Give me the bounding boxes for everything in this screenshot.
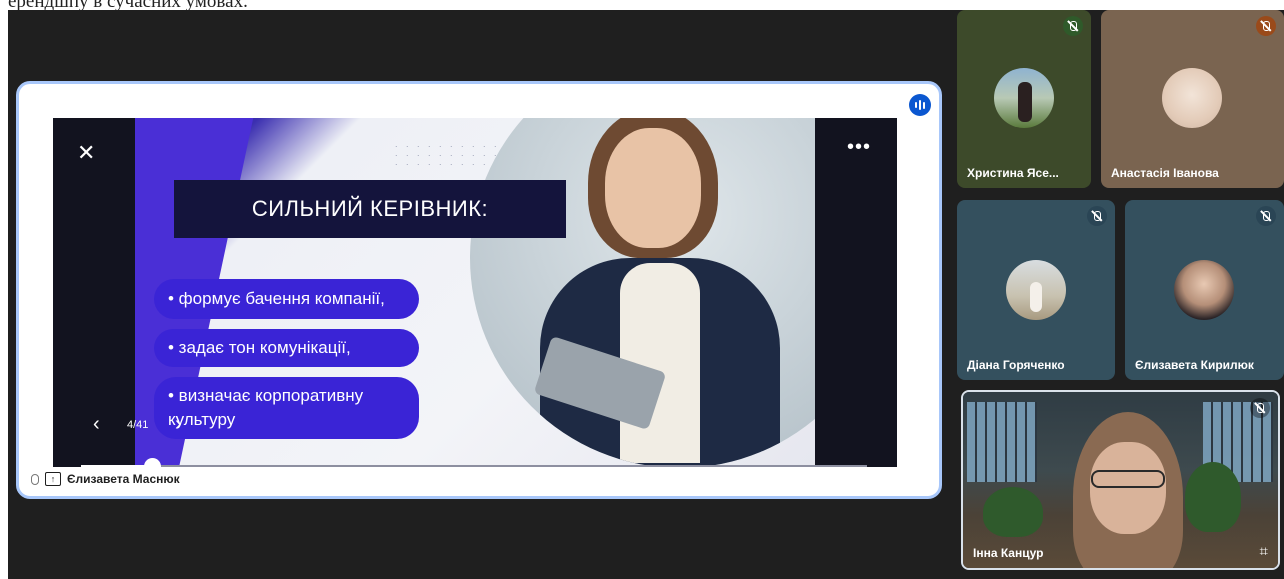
background-plant xyxy=(1185,462,1241,532)
avatar xyxy=(994,68,1054,128)
close-icon[interactable]: ✕ xyxy=(77,140,95,166)
participant-name: Христина Ясе... xyxy=(967,166,1059,180)
crop-frame-icon[interactable]: ⌗ xyxy=(1260,543,1268,560)
presentation-tile[interactable]: . . . . . . . . . . . . . . . . . . . . … xyxy=(16,81,942,499)
participant-tile[interactable]: Анастасія Іванова xyxy=(1101,10,1284,188)
chevron-right-icon[interactable]: › xyxy=(175,413,182,436)
participant-tile[interactable]: Христина Ясе... xyxy=(957,10,1091,188)
avatar xyxy=(1006,260,1066,320)
participant-name: Інна Канцур xyxy=(973,546,1044,560)
background-plant xyxy=(983,487,1043,537)
glasses xyxy=(1091,470,1165,488)
participant-name: Анастасія Іванова xyxy=(1111,166,1219,180)
slide-progress-knob[interactable] xyxy=(143,458,161,467)
slide-photo xyxy=(470,118,815,467)
mic-off-icon xyxy=(31,473,39,485)
slide-progress-fill xyxy=(81,465,152,467)
slide-bullet: • визначає корпоративну культуру xyxy=(154,377,419,439)
mic-off-icon xyxy=(1063,16,1083,36)
slide-progress-bar[interactable] xyxy=(81,458,867,467)
slide-viewport: . . . . . . . . . . . . . . . . . . . . … xyxy=(53,118,897,467)
mic-off-icon xyxy=(1256,16,1276,36)
slide-bullet: • формує бачення компанії, xyxy=(154,279,419,319)
avatar xyxy=(1162,68,1222,128)
participant-name: Єлизавета Кирилюк xyxy=(1135,358,1254,372)
mic-off-icon xyxy=(1087,206,1107,226)
slide-bullet: • задає тон комунікації, xyxy=(154,329,419,367)
participant-name: Діана Горяченко xyxy=(967,358,1065,372)
meet-stage: . . . . . . . . . . . . . . . . . . . . … xyxy=(8,10,1284,579)
presenter-label: ↑ Єлизавета Маснюк xyxy=(31,472,180,486)
present-screen-icon: ↑ xyxy=(45,472,61,486)
background-window xyxy=(967,402,1037,482)
audio-level-icon xyxy=(909,94,931,116)
mic-off-icon xyxy=(1250,398,1270,418)
participant-tile[interactable]: Діана Горяченко xyxy=(957,200,1115,380)
mic-off-icon xyxy=(1256,206,1276,226)
chevron-left-icon[interactable]: ‹ xyxy=(93,413,100,436)
participant-tile[interactable]: Єлизавета Кирилюк xyxy=(1125,200,1284,380)
more-options-icon[interactable]: ••• xyxy=(847,136,871,159)
avatar xyxy=(1174,260,1234,320)
slide-title: СИЛЬНИЙ КЕРІВНИК: xyxy=(174,180,566,238)
presenter-name: Єлизавета Маснюк xyxy=(67,472,180,486)
participant-video-tile[interactable]: Інна Канцур ⌗ xyxy=(961,390,1280,570)
slide-counter: 4/41 xyxy=(127,419,149,431)
